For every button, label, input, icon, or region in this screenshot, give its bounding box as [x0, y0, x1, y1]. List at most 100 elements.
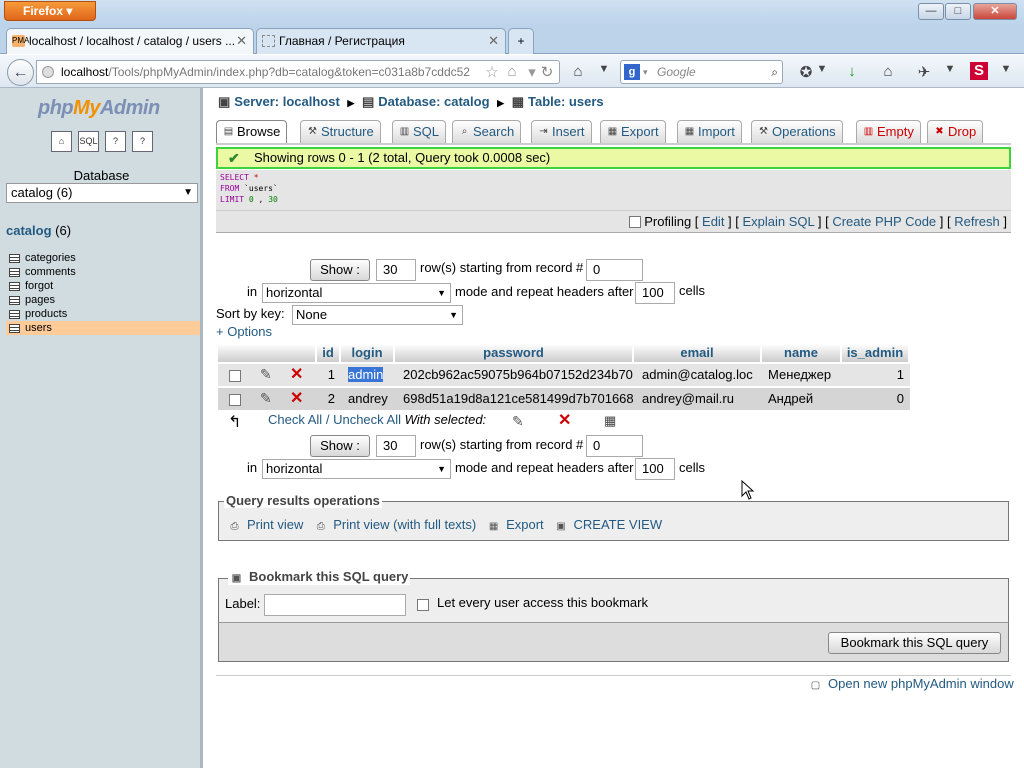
breadcrumb-database[interactable]: Database: catalog — [378, 94, 489, 109]
addon-s-icon[interactable]: S — [970, 62, 988, 80]
sidebar-item-users[interactable]: users — [6, 321, 200, 335]
site-identity-icon[interactable] — [42, 66, 54, 78]
repeat-headers-input-top[interactable]: 100 — [635, 282, 675, 304]
rows-input-bottom[interactable]: 30 — [376, 435, 416, 457]
bookmark-star-icon[interactable]: ☆ — [482, 63, 502, 81]
search-engine-dropdown-icon[interactable]: ▾ — [643, 61, 648, 83]
table-link[interactable]: categories — [25, 252, 76, 264]
browser-tab-active[interactable]: PMA localhost / localhost / catalog / us… — [6, 28, 254, 54]
home-icon[interactable]: ⌂ — [51, 131, 72, 152]
tab-search[interactable]: ⌕ Search — [452, 120, 522, 143]
table-link[interactable]: forgot — [25, 280, 53, 292]
table-link[interactable]: pages — [25, 294, 55, 306]
share-bookmark-checkbox[interactable] — [417, 599, 429, 611]
column-header-is-admin[interactable]: is_admin — [842, 344, 910, 362]
tab-operations[interactable]: ⚒ Operations — [751, 120, 843, 143]
delete-selected-icon[interactable]: ✕ — [558, 410, 571, 430]
rows-input-top[interactable]: 30 — [376, 259, 416, 281]
edit-selected-icon[interactable]: ✎ — [512, 413, 524, 430]
download-icon[interactable]: ↓ — [842, 63, 862, 80]
sidebar-item-forgot[interactable]: forgot — [6, 279, 200, 293]
start-record-input-bottom[interactable]: 0 — [586, 435, 643, 457]
reload-icon[interactable]: ↻ — [537, 63, 557, 81]
table-icon[interactable] — [9, 296, 20, 305]
firefox-menu-button[interactable]: Firefox ▾ — [4, 1, 96, 21]
table-icon[interactable] — [9, 324, 20, 333]
column-header-login[interactable]: login — [341, 344, 395, 362]
dropdown-arrow-icon[interactable]: ▼ — [594, 63, 614, 75]
check-all-link[interactable]: Check All — [268, 412, 322, 427]
export-selected-icon[interactable]: ▦ — [604, 413, 616, 429]
help-icon[interactable]: ? — [132, 131, 153, 152]
dropdown-arrow-icon[interactable]: ▼ — [996, 63, 1016, 75]
sidebar-item-comments[interactable]: comments — [6, 265, 200, 279]
tab-close-icon[interactable]: ✕ — [236, 29, 247, 53]
sidebar-item-categories[interactable]: categories — [6, 251, 200, 265]
database-select[interactable]: catalog (6) ▼ — [6, 183, 198, 203]
row-checkbox[interactable] — [229, 370, 241, 382]
options-link[interactable]: + Options — [216, 322, 272, 342]
breadcrumb-table[interactable]: Table: users — [528, 94, 604, 109]
display-mode-select-top[interactable]: horizontal ▼ — [262, 283, 451, 303]
sidebar-item-pages[interactable]: pages — [6, 293, 200, 307]
bookmark-query-button[interactable]: Bookmark this SQL query — [828, 632, 1001, 654]
home-page-icon[interactable]: ⌂ — [878, 63, 898, 80]
table-link[interactable]: users — [25, 322, 52, 334]
minimize-button[interactable]: — — [918, 3, 944, 20]
table-icon[interactable] — [9, 310, 20, 319]
search-icon[interactable]: ⌕ — [771, 61, 778, 83]
print-view-full-link[interactable]: Print view (with full texts) — [333, 517, 476, 532]
table-icon[interactable] — [9, 268, 20, 277]
edit-row-icon[interactable]: ✎ — [260, 390, 272, 407]
browser-tab[interactable]: Главная / Регистрация ✕ — [256, 28, 506, 54]
profiling-checkbox[interactable] — [628, 216, 641, 228]
column-header-password[interactable]: password — [395, 344, 634, 362]
docs-icon[interactable]: ? — [105, 131, 126, 152]
uncheck-all-link[interactable]: Uncheck All — [333, 412, 401, 427]
table-icon[interactable] — [9, 282, 20, 291]
tab-structure[interactable]: ⚒ Structure — [300, 120, 381, 143]
back-button[interactable]: ← — [7, 59, 34, 86]
tab-sql[interactable]: ▥ SQL — [392, 120, 447, 143]
refresh-link[interactable]: Refresh — [954, 214, 1000, 229]
search-input[interactable]: g ▾ Google ⌕ — [620, 60, 783, 84]
column-header-email[interactable]: email — [634, 344, 762, 362]
tab-insert[interactable]: ⇥ Insert — [531, 120, 592, 143]
create-php-code-link[interactable]: Create PHP Code — [832, 214, 936, 229]
sort-by-key-select[interactable]: None ▼ — [292, 305, 463, 325]
addon-icon[interactable]: ✈ — [914, 63, 934, 81]
show-button-top[interactable]: Show : — [310, 259, 370, 281]
tab-browse[interactable]: ▤ Browse — [216, 120, 288, 143]
tab-empty[interactable]: ▥ Empty — [856, 120, 921, 143]
print-view-link[interactable]: Print view — [247, 517, 303, 532]
delete-row-icon[interactable]: ✕ — [290, 388, 303, 408]
database-name[interactable]: catalog (6) — [6, 223, 71, 238]
delete-row-icon[interactable]: ✕ — [290, 364, 303, 384]
table-link[interactable]: products — [25, 308, 67, 320]
breadcrumb-server[interactable]: Server: localhost — [234, 94, 340, 109]
repeat-headers-input-bottom[interactable]: 100 — [635, 458, 675, 480]
tab-close-icon[interactable]: ✕ — [488, 29, 499, 53]
row-checkbox[interactable] — [229, 394, 241, 406]
sidebar-item-products[interactable]: products — [6, 307, 200, 321]
edit-link[interactable]: Edit — [702, 214, 724, 229]
table-link[interactable]: comments — [25, 266, 76, 278]
export-link[interactable]: Export — [506, 517, 544, 532]
dropdown-arrow-icon[interactable]: ▼ — [812, 63, 832, 75]
open-new-window-link[interactable]: Open new phpMyAdmin window — [828, 676, 1014, 691]
cell-login[interactable]: admin — [342, 364, 389, 386]
close-window-button[interactable]: ✕ — [973, 3, 1017, 20]
bookmark-label-input[interactable] — [264, 594, 406, 616]
home-icon[interactable]: ⌂ — [568, 63, 588, 80]
explain-sql-link[interactable]: Explain SQL — [743, 214, 815, 229]
column-header-id[interactable]: id — [317, 344, 341, 362]
table-icon[interactable] — [9, 254, 20, 263]
tab-drop[interactable]: ✖ Drop — [927, 120, 984, 143]
maximize-button[interactable]: □ — [945, 3, 971, 20]
phpmyadmin-logo[interactable]: phpMyAdmin — [38, 97, 160, 120]
sql-icon[interactable]: SQL — [78, 131, 99, 152]
display-mode-select-bottom[interactable]: horizontal ▼ — [262, 459, 451, 479]
create-view-link[interactable]: CREATE VIEW — [574, 517, 663, 532]
history-dropdown-icon[interactable]: ⌂ — [502, 63, 522, 80]
dropdown-arrow-icon[interactable]: ▼ — [940, 63, 960, 75]
